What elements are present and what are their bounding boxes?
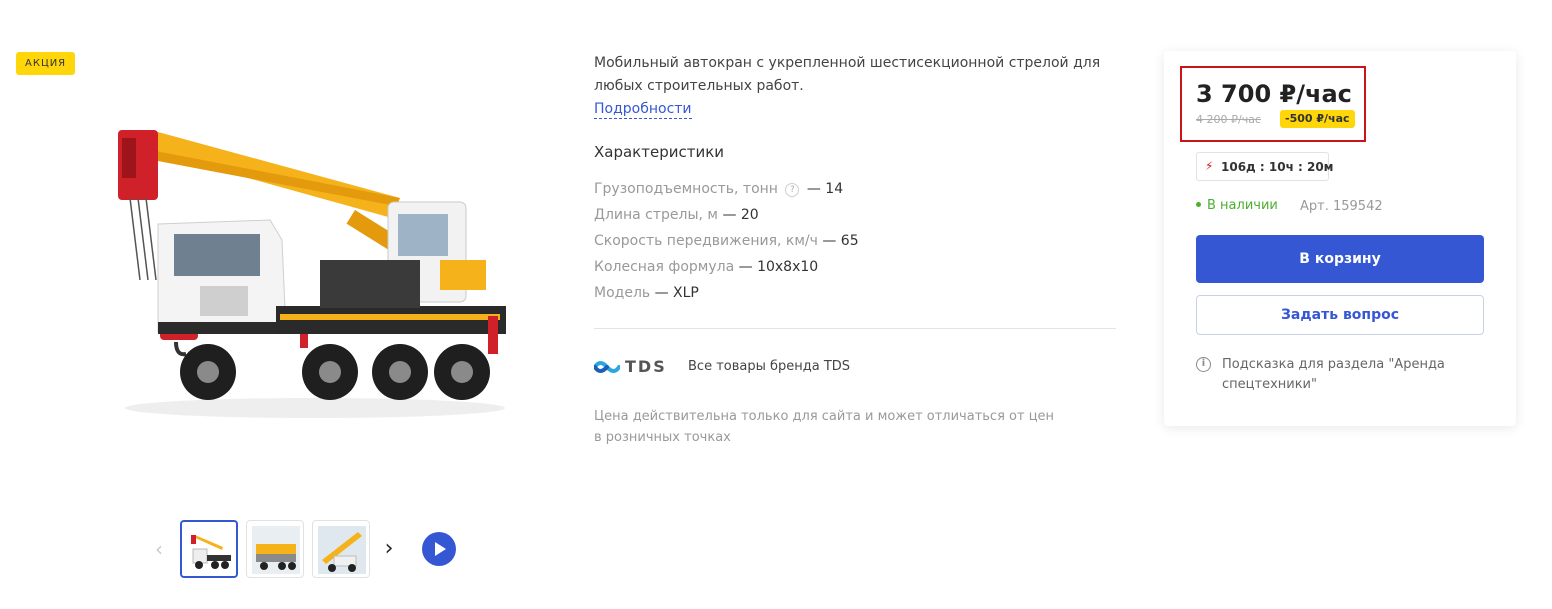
brand-wave-icon [594, 361, 620, 373]
spec-label: Скорость передвижения, км/ч [594, 233, 818, 249]
spec-boom-length: Длина стрелы, м — 20 [594, 202, 1116, 228]
spec-model: Модель — XLP [594, 280, 1116, 306]
specs-title: Характеристики [594, 143, 725, 161]
product-description: Мобильный автокран с укрепленной шестисе… [594, 52, 1116, 445]
spec-label: Грузоподъемность, тонн [594, 181, 778, 197]
specs-list: Грузоподъемность, тонн ? — 14 Длина стре… [594, 176, 1116, 306]
details-link[interactable]: Подробности [594, 100, 692, 119]
play-icon[interactable] [422, 532, 456, 566]
spec-speed: Скорость передвижения, км/ч — 65 [594, 228, 1116, 254]
current-price: 3 700 ₽/час [1196, 80, 1352, 108]
thumbnail-1[interactable] [180, 520, 238, 578]
thumbnail-3[interactable] [312, 520, 370, 578]
old-price: 4 200 ₽/час [1196, 113, 1261, 126]
add-to-cart-button[interactable]: В корзину [1196, 235, 1484, 283]
timer-value: 106д : 10ч : 20м [1221, 160, 1334, 174]
spec-label: Колесная формула [594, 259, 735, 275]
thumbnail-2[interactable] [246, 520, 304, 578]
spec-value: — 20 [722, 207, 759, 223]
spec-value: — 14 [806, 181, 844, 197]
hint-text[interactable]: Подсказка для раздела "Аренда спецтехник… [1222, 355, 1482, 395]
stock-status: В наличии [1196, 198, 1278, 213]
brand-name: TDS [625, 357, 667, 376]
brand-logo[interactable]: TDS [594, 355, 668, 379]
chevron-left-icon[interactable]: ‹ [150, 538, 168, 560]
discount-badge: -500 ₽/час [1280, 110, 1355, 128]
chevron-right-icon[interactable]: › [380, 537, 398, 561]
sku: Арт. 159542 [1300, 199, 1383, 214]
ask-question-button[interactable]: Задать вопрос [1196, 295, 1484, 335]
info-icon: i [1196, 357, 1211, 372]
promo-timer: ⚡ 106д : 10ч : 20м [1196, 152, 1334, 181]
truck-crane-boom-thumb-icon [318, 526, 366, 574]
spec-value: — 65 [822, 233, 859, 249]
price-note: Цена действительна только для сайта и мо… [594, 409, 1055, 445]
help-icon[interactable]: ? [785, 183, 800, 197]
divider [594, 328, 1116, 329]
stock-label: В наличии [1207, 198, 1278, 213]
spec-wheel-formula: Колесная формула — 10x8x10 [594, 254, 1116, 280]
buy-box: 3 700 ₽/час 4 200 ₽/час -500 ₽/час ⚡ 106… [1164, 51, 1516, 426]
truck-crane-thumb-icon [191, 535, 231, 569]
lightning-icon: ⚡ [1205, 159, 1214, 173]
product-image[interactable] [100, 110, 520, 430]
promo-badge: АКЦИЯ [16, 52, 76, 75]
brand-row: TDS Все товары бренда TDS [594, 355, 1116, 379]
spec-label: Длина стрелы, м [594, 207, 718, 223]
spec-value: — XLP [654, 285, 699, 301]
truck-crane-side-thumb-icon [252, 526, 300, 574]
spec-capacity: Грузоподъемность, тонн ? — 14 [594, 176, 1116, 202]
description-text: Мобильный автокран с укрепленной шестисе… [594, 55, 1101, 94]
price-highlight: 3 700 ₽/час 4 200 ₽/час -500 ₽/час [1180, 66, 1366, 142]
truck-crane-icon [118, 130, 506, 418]
spec-value: — 10x8x10 [738, 259, 819, 275]
brand-products-link[interactable]: Все товары бренда TDS [688, 359, 850, 374]
stock-dot-icon [1196, 202, 1201, 207]
spec-label: Модель [594, 285, 651, 301]
